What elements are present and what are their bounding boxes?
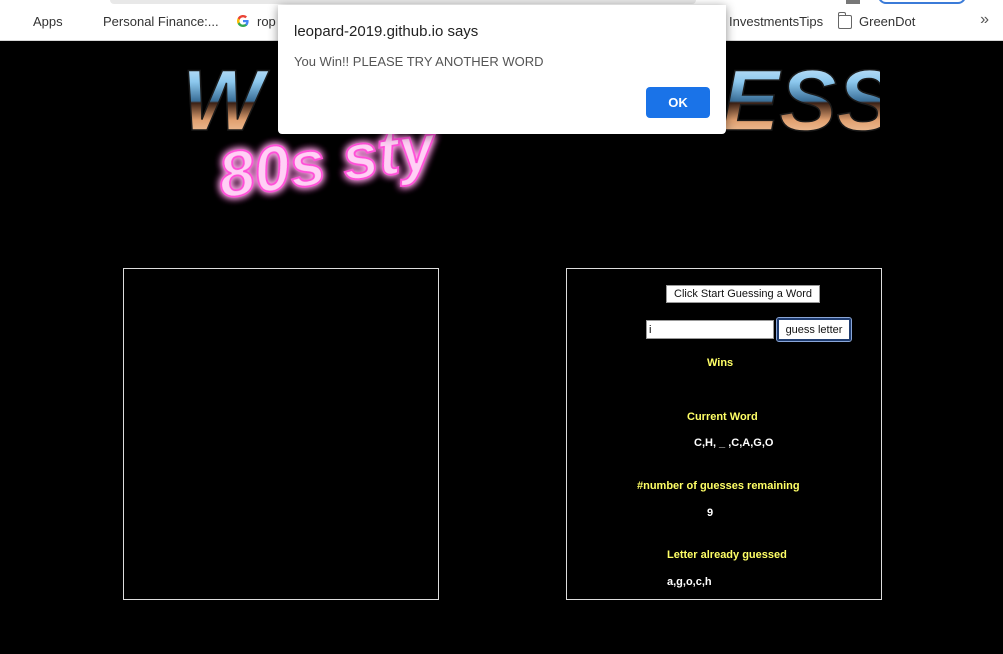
folder-icon: [837, 12, 852, 29]
bookmark-label: GreenDot: [859, 13, 916, 29]
bookmark-label: Personal Finance:...: [103, 13, 219, 29]
bookmark-investmentstips[interactable]: InvestmentsTips: [729, 12, 823, 30]
bookmarks-overflow-icon[interactable]: »: [980, 11, 989, 29]
profile-button[interactable]: [878, 0, 966, 4]
bookmark-rop[interactable]: rop: [236, 12, 276, 30]
alert-dialog: leopard-2019.github.io says You Win!! PL…: [278, 5, 726, 134]
guesses-remaining-label: #number of guesses remaining: [637, 480, 800, 492]
current-word-value: C,H, _ ,C,A,G,O: [694, 437, 774, 449]
letters-guessed-label: Letter already guessed: [667, 549, 787, 561]
wins-label: Wins: [707, 357, 734, 369]
address-bar-edge: [110, 0, 696, 4]
current-word-label: Current Word: [687, 411, 758, 423]
bookmark-label: rop: [257, 13, 276, 29]
bookmark-label: Apps: [33, 13, 63, 29]
bookmark-apps[interactable]: Apps: [12, 12, 63, 30]
guess-letter-input[interactable]: [646, 320, 774, 339]
dialog-title: leopard-2019.github.io says: [294, 23, 479, 40]
letters-guessed-value: a,g,o,c,h: [667, 576, 712, 588]
start-guessing-button[interactable]: Click Start Guessing a Word: [666, 285, 820, 303]
extension-icon[interactable]: [846, 0, 860, 4]
bookmark-label: InvestmentsTips: [729, 13, 824, 29]
game-panel: Click Start Guessing a Word guess letter…: [566, 268, 882, 600]
google-icon: [236, 14, 250, 28]
guess-letter-button[interactable]: guess letter: [776, 317, 852, 342]
bookmark-personal-finance[interactable]: Personal Finance:...: [82, 12, 219, 30]
logo-title-right: ESS: [722, 53, 880, 149]
ok-button[interactable]: OK: [646, 87, 710, 118]
guesses-remaining-value: 9: [707, 507, 714, 519]
dialog-message: You Win!! PLEASE TRY ANOTHER WORD: [294, 54, 544, 69]
bookmark-greendot[interactable]: GreenDot: [837, 12, 916, 30]
hangman-image-panel: [123, 268, 439, 600]
books-icon: [82, 14, 96, 28]
apps-grid-icon: [12, 14, 26, 28]
